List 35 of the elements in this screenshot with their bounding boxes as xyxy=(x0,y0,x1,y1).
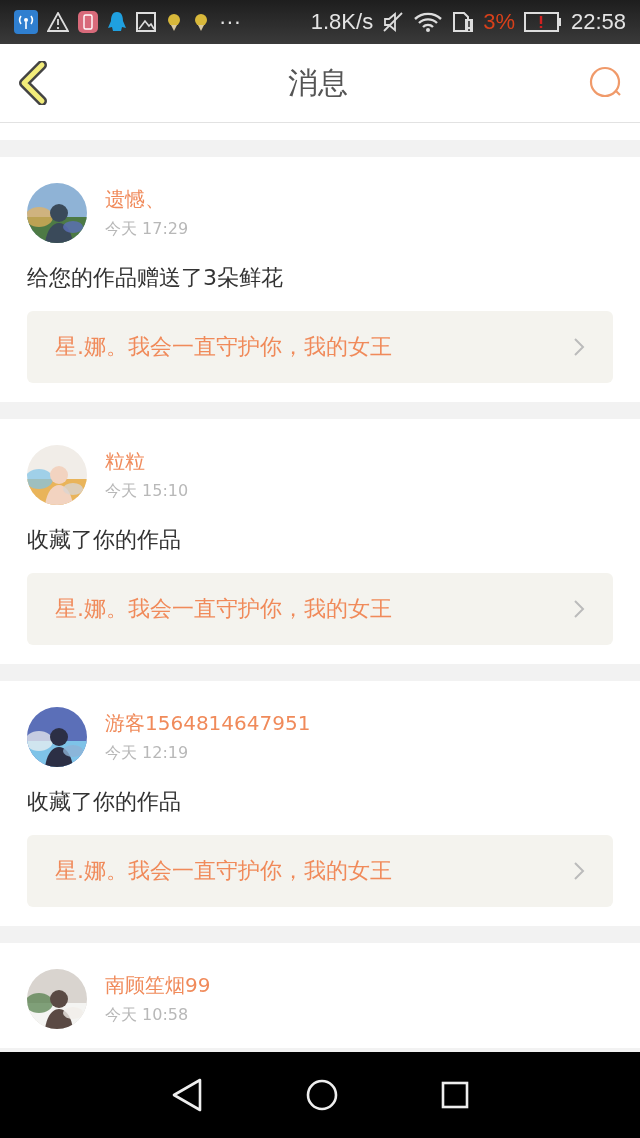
chevron-right-icon xyxy=(573,861,585,881)
recents-icon[interactable] xyxy=(440,1081,469,1109)
back-button[interactable] xyxy=(18,61,48,105)
phone-icon xyxy=(78,11,98,33)
user-name[interactable]: 游客1564814647951 xyxy=(105,710,311,737)
back-icon[interactable] xyxy=(171,1078,204,1112)
message-text: 收藏了你的作品 xyxy=(27,526,182,554)
message-time: 今天 10:58 xyxy=(105,1005,190,1026)
network-speed: 1.8K/s xyxy=(310,9,374,35)
message-text: 给您的作品赠送了3朵鲜花 xyxy=(27,264,284,292)
battery-percentage: 3% xyxy=(483,9,515,35)
message-time: 今天 12:19 xyxy=(105,743,190,764)
battery-low-icon xyxy=(523,12,562,32)
user-name[interactable]: 遗憾、 xyxy=(105,186,189,213)
message-time: 今天 17:29 xyxy=(105,219,189,240)
clock-time: 22:58 xyxy=(570,9,626,35)
penguin-icon xyxy=(107,11,127,33)
work-link[interactable]: 星.娜。我会一直守护你，我的女王 xyxy=(27,835,613,907)
message-time: 今天 15:10 xyxy=(105,481,189,502)
muted-speaker-icon xyxy=(382,11,405,33)
work-link[interactable]: 星.娜。我会一直守护你，我的女王 xyxy=(27,573,613,645)
image-icon xyxy=(136,12,156,32)
wifi-hotspot-icon xyxy=(14,10,38,34)
message-text: 收藏了你的作品 xyxy=(27,788,182,816)
user-name[interactable]: 南顾笙烟99 xyxy=(105,972,211,999)
wifi-icon xyxy=(413,11,444,33)
sim-alert-icon xyxy=(452,11,475,33)
chevron-right-icon xyxy=(573,337,585,357)
more-indicator: ··· xyxy=(219,9,241,35)
user-name[interactable]: 粒粒 xyxy=(105,448,189,475)
warning-icon xyxy=(47,12,69,32)
chevron-right-icon xyxy=(573,599,585,619)
page-title: 消息 xyxy=(288,63,348,102)
work-link[interactable]: 星.娜。我会一直守护你，我的女王 xyxy=(27,311,613,383)
home-icon[interactable] xyxy=(306,1079,338,1111)
